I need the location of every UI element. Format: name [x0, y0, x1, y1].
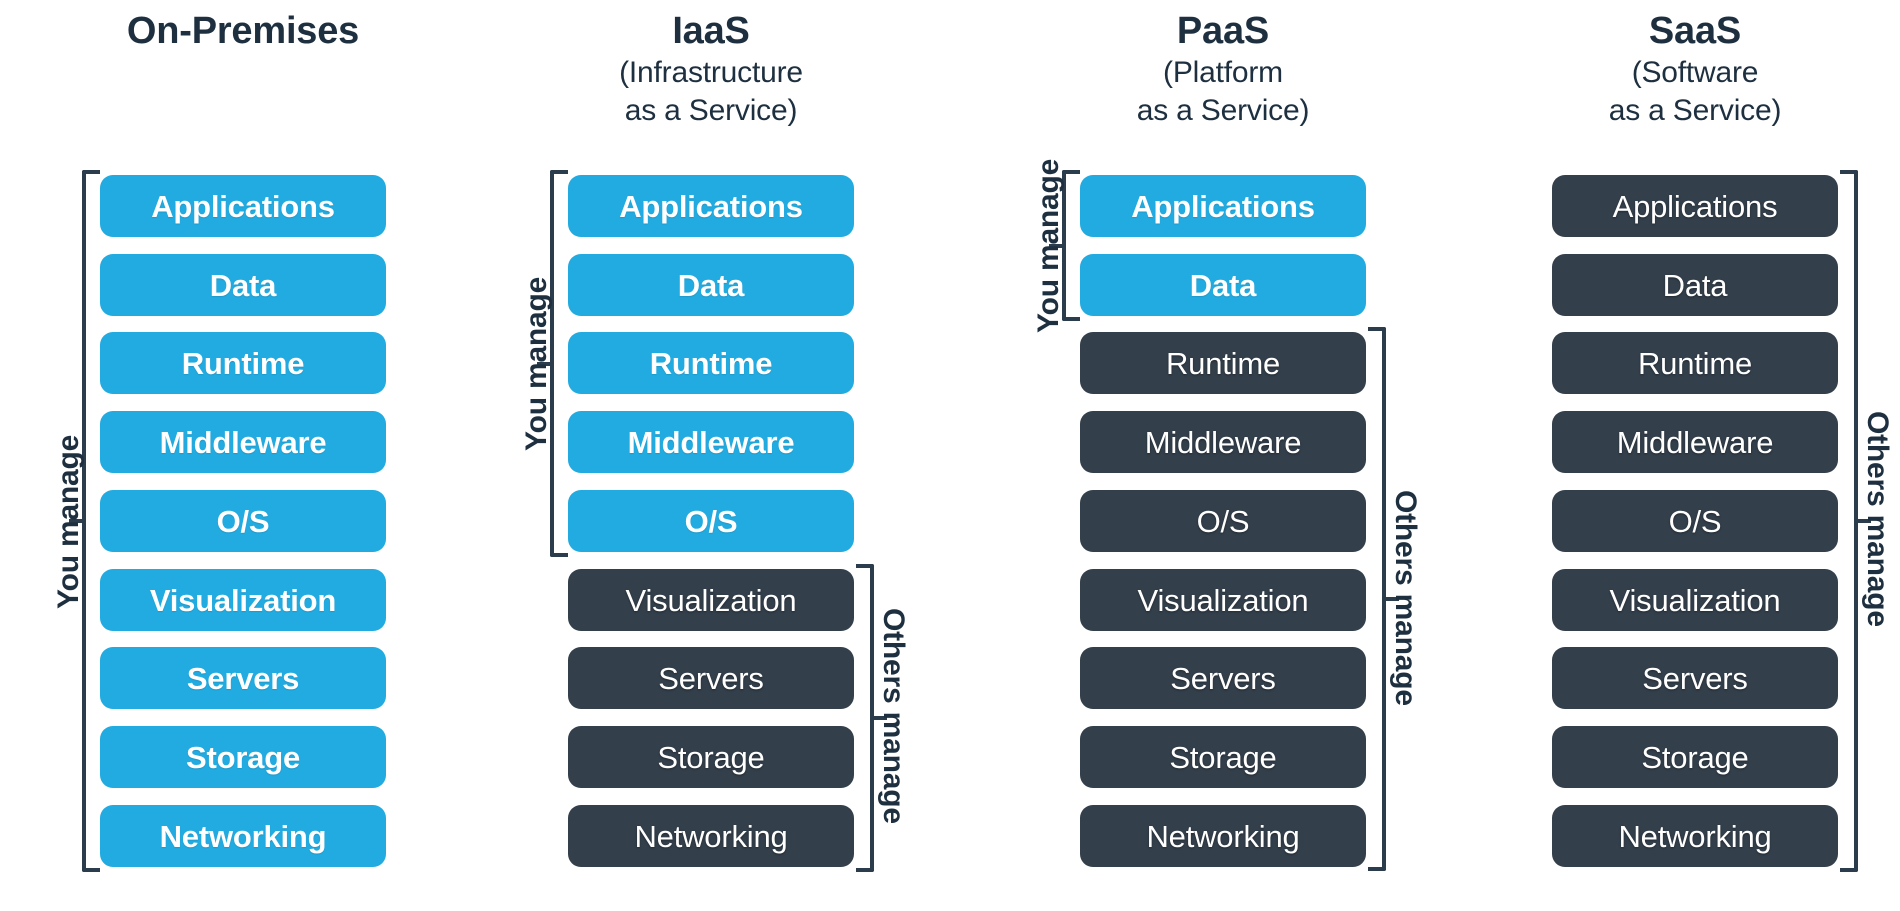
- layer-box-saas-applications[interactable]: Applications: [1552, 175, 1838, 237]
- layer-box-saas-o-s[interactable]: O/S: [1552, 490, 1838, 552]
- layer-box-saas-servers[interactable]: Servers: [1552, 647, 1838, 709]
- layer-label: Middleware: [1616, 424, 1774, 460]
- layer-box-saas-runtime[interactable]: Runtime: [1552, 332, 1838, 394]
- layer-box-saas-visualization[interactable]: Visualization: [1552, 569, 1838, 631]
- diagram-root: On-Premises Applications Data Runtime Middle…: [0, 0, 1900, 911]
- bracket-others-manage-saas: [1840, 170, 1871, 872]
- layer-label: Data: [1662, 267, 1728, 303]
- layer-box-saas-data[interactable]: Data: [1552, 254, 1838, 316]
- layer-box-saas-middleware[interactable]: Middleware: [1552, 411, 1838, 473]
- layer-label: Runtime: [1637, 345, 1753, 381]
- layer-box-saas-storage[interactable]: Storage: [1552, 726, 1838, 788]
- bracket-label-others-manage-saas: Others manage: [1861, 411, 1894, 627]
- layer-label: Storage: [1641, 739, 1749, 775]
- layer-label: Applications: [1612, 188, 1778, 224]
- column-saas: SaaS (Software as a Service) Applications Da…: [0, 0, 1900, 911]
- layer-box-saas-networking[interactable]: Networking: [1552, 805, 1838, 867]
- layer-label: Visualization: [1609, 582, 1781, 618]
- layer-stack-saas: Applications Data Runtime Middleware O/S Visu…: [1552, 0, 1838, 911]
- layer-label: Servers: [1642, 660, 1748, 696]
- layer-label: Networking: [1618, 818, 1772, 854]
- layer-label: O/S: [1668, 503, 1722, 539]
